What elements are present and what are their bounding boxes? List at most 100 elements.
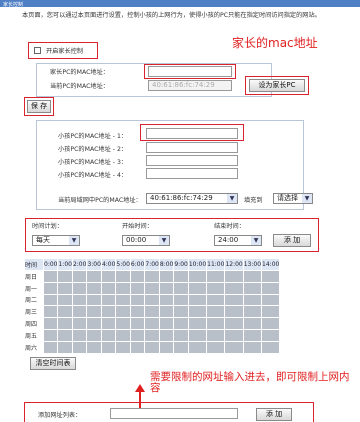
grid-cell[interactable] [129, 340, 146, 354]
child-mac-input-2[interactable] [146, 142, 238, 153]
lan-mac-select[interactable]: 40:61:86:fc:74:29 ▼ [146, 193, 238, 204]
grid-cell[interactable] [42, 340, 59, 354]
grid-cell[interactable] [71, 328, 88, 342]
grid-cell[interactable] [224, 328, 244, 342]
grid-cell[interactable] [206, 293, 226, 307]
grid-cell[interactable] [242, 340, 263, 354]
grid-cell[interactable] [115, 270, 131, 283]
grid-cell[interactable] [242, 293, 263, 307]
grid-cell[interactable] [144, 305, 160, 319]
end-time-select[interactable]: 24:00 ▼ [214, 235, 262, 246]
grid-cell[interactable] [242, 328, 263, 342]
grid-cell[interactable] [173, 328, 189, 342]
grid-cell[interactable] [129, 305, 146, 319]
grid-cell[interactable] [57, 281, 73, 295]
grid-cell[interactable] [173, 293, 189, 307]
grid-cell[interactable] [57, 270, 73, 283]
grid-cell[interactable] [71, 317, 88, 330]
grid-cell[interactable] [42, 293, 59, 307]
grid-cell[interactable] [57, 293, 73, 307]
grid-cell[interactable] [206, 328, 226, 342]
grid-cell[interactable] [187, 328, 208, 342]
grid-cell[interactable] [86, 317, 102, 330]
grid-cell[interactable] [206, 270, 226, 283]
grid-cell[interactable] [261, 317, 281, 330]
grid-cell[interactable] [242, 281, 263, 295]
grid-cell[interactable] [42, 328, 59, 342]
grid-cell[interactable] [173, 340, 189, 354]
url-add-button[interactable]: 添 加 [256, 408, 292, 421]
grid-cell[interactable] [42, 281, 59, 295]
grid-cell[interactable] [71, 305, 88, 319]
grid-cell[interactable] [115, 305, 131, 319]
grid-cell[interactable] [115, 328, 131, 342]
enable-checkbox[interactable] [34, 47, 41, 54]
grid-cell[interactable] [187, 281, 208, 295]
grid-cell[interactable] [224, 293, 244, 307]
grid-cell[interactable] [86, 281, 102, 295]
grid-cell[interactable] [86, 328, 102, 342]
grid-cell[interactable] [224, 305, 244, 319]
grid-cell[interactable] [100, 328, 117, 342]
clear-schedule-button[interactable]: 清空时间表 [30, 357, 76, 370]
freq-select[interactable]: 每天 ▼ [32, 235, 80, 246]
grid-cell[interactable] [71, 270, 88, 283]
grid-cell[interactable] [187, 340, 208, 354]
grid-cell[interactable] [100, 317, 117, 330]
url-input[interactable] [110, 408, 238, 419]
grid-cell[interactable] [158, 293, 175, 307]
grid-cell[interactable] [100, 340, 117, 354]
child-mac-input-3[interactable] [146, 155, 238, 166]
start-time-select[interactable]: 00:00 ▼ [122, 235, 170, 246]
grid-cell[interactable] [129, 293, 146, 307]
grid-cell[interactable] [224, 270, 244, 283]
grid-cell[interactable] [261, 270, 281, 283]
grid-cell[interactable] [187, 305, 208, 319]
grid-cell[interactable] [173, 317, 189, 330]
grid-cell[interactable] [129, 270, 146, 283]
grid-cell[interactable] [261, 305, 281, 319]
grid-cell[interactable] [261, 340, 281, 354]
grid-cell[interactable] [242, 270, 263, 283]
grid-cell[interactable] [57, 340, 73, 354]
grid-cell[interactable] [144, 317, 160, 330]
grid-cell[interactable] [129, 281, 146, 295]
grid-cell[interactable] [115, 317, 131, 330]
parent-mac-input[interactable] [148, 66, 232, 77]
grid-cell[interactable] [71, 281, 88, 295]
grid-cell[interactable] [71, 293, 88, 307]
grid-cell[interactable] [224, 317, 244, 330]
grid-cell[interactable] [57, 328, 73, 342]
set-parent-button[interactable]: 设为家长PC [249, 79, 305, 92]
grid-cell[interactable] [144, 270, 160, 283]
grid-cell[interactable] [57, 317, 73, 330]
grid-cell[interactable] [129, 317, 146, 330]
grid-cell[interactable] [144, 340, 160, 354]
grid-cell[interactable] [261, 328, 281, 342]
grid-cell[interactable] [86, 293, 102, 307]
grid-cell[interactable] [86, 270, 102, 283]
grid-cell[interactable] [42, 270, 59, 283]
grid-cell[interactable] [42, 317, 59, 330]
grid-cell[interactable] [115, 340, 131, 354]
grid-cell[interactable] [173, 270, 189, 283]
grid-cell[interactable] [261, 293, 281, 307]
grid-cell[interactable] [144, 293, 160, 307]
grid-cell[interactable] [100, 270, 117, 283]
child-mac-input-1[interactable] [146, 128, 238, 139]
grid-cell[interactable] [173, 305, 189, 319]
grid-cell[interactable] [86, 305, 102, 319]
grid-cell[interactable] [115, 293, 131, 307]
grid-cell[interactable] [100, 293, 117, 307]
schedule-add-button[interactable]: 添 加 [273, 234, 311, 247]
grid-cell[interactable] [57, 305, 73, 319]
grid-cell[interactable] [115, 281, 131, 295]
grid-cell[interactable] [100, 305, 117, 319]
grid-cell[interactable] [187, 270, 208, 283]
grid-cell[interactable] [42, 305, 59, 319]
grid-cell[interactable] [158, 340, 175, 354]
grid-cell[interactable] [206, 317, 226, 330]
grid-cell[interactable] [187, 293, 208, 307]
grid-cell[interactable] [158, 328, 175, 342]
grid-cell[interactable] [158, 281, 175, 295]
